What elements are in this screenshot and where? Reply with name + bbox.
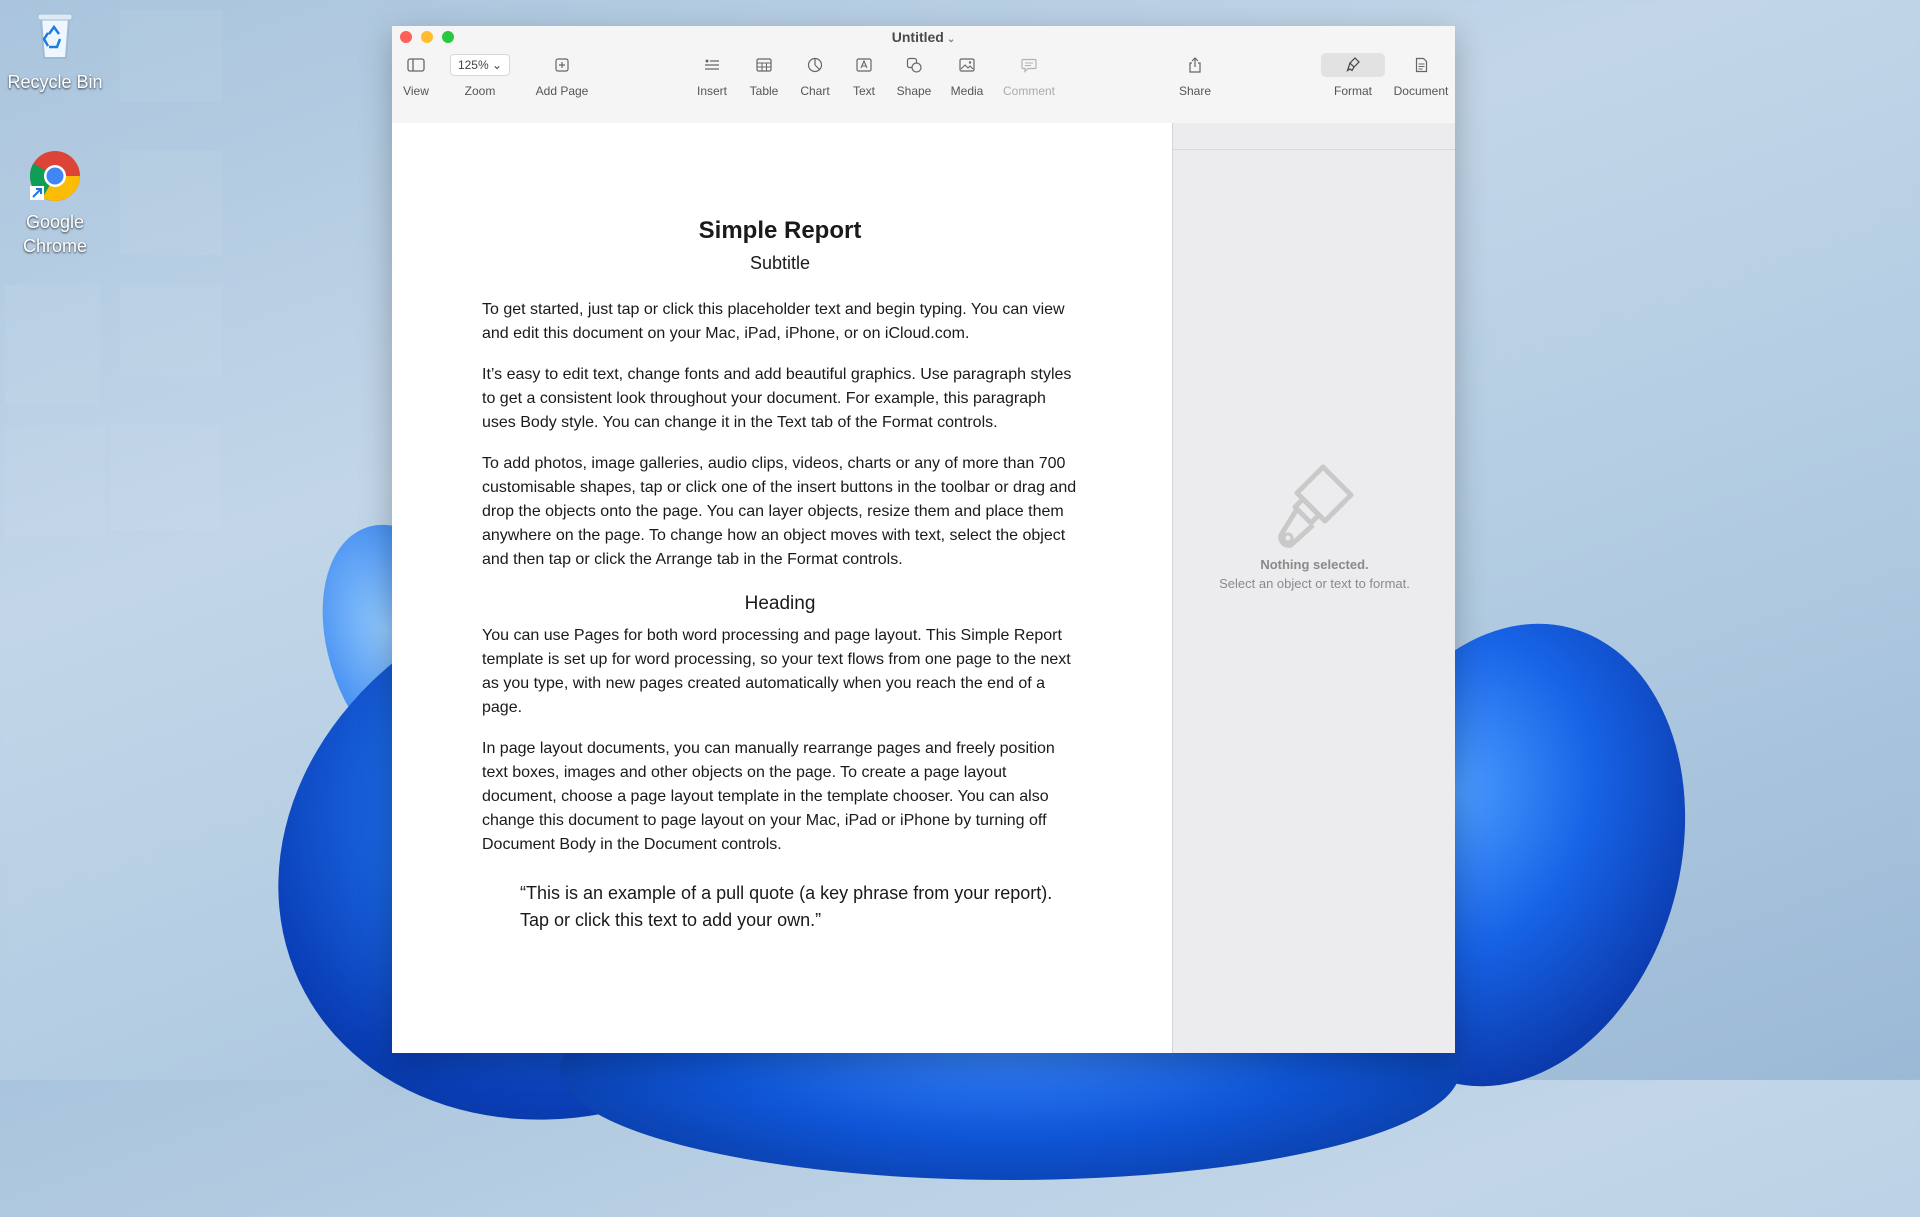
chart-label: Chart	[800, 84, 830, 98]
comment-button[interactable]: Comment	[999, 52, 1059, 98]
desktop-icon-label: Recycle Bin	[7, 72, 103, 92]
format-sidebar: Nothing selected. Select an object or te…	[1172, 123, 1455, 1053]
add-page-button[interactable]: Add Page	[522, 52, 602, 98]
chevron-down-icon: ⌄	[946, 34, 956, 45]
add-page-icon	[522, 52, 602, 78]
chart-icon	[793, 52, 837, 78]
sidebar-divider	[1173, 123, 1455, 150]
view-label: View	[403, 84, 429, 98]
window-title-text: Untitled	[891, 29, 944, 45]
insert-button[interactable]: Insert	[690, 52, 734, 98]
pages-window: Untitled ⌄ View 125% ⌄ Zoom Add Page Inse…	[392, 26, 1455, 1053]
document-title[interactable]: Simple Report	[482, 217, 1078, 245]
desktop-tile	[120, 10, 222, 102]
shape-button[interactable]: Shape	[892, 52, 936, 98]
view-button[interactable]: View	[400, 52, 432, 98]
share-button[interactable]: Share	[1173, 52, 1217, 98]
document-label: Document	[1393, 84, 1449, 98]
comment-label: Comment	[1002, 84, 1055, 98]
zoom-select[interactable]: 125% ⌄	[449, 54, 511, 76]
empty-selection-hint: Select an object or text to format.	[1219, 576, 1410, 591]
media-button[interactable]: Media	[945, 52, 989, 98]
table-label: Table	[749, 84, 779, 98]
zoom-control[interactable]: 125% ⌄ Zoom	[448, 52, 512, 98]
empty-selection-title: Nothing selected.	[1260, 557, 1369, 572]
format-button[interactable]: Format	[1318, 52, 1388, 98]
section-heading[interactable]: Heading	[482, 593, 1078, 615]
zoom-label: Zoom	[464, 84, 496, 98]
document-page[interactable]: Simple Report Subtitle To get started, j…	[482, 123, 1078, 934]
desktop-tile	[110, 425, 220, 530]
document-canvas[interactable]: Simple Report Subtitle To get started, j…	[392, 123, 1172, 1053]
sidebar-icon	[400, 52, 432, 78]
body-paragraph[interactable]: It’s easy to edit text, change fonts and…	[482, 363, 1078, 435]
desktop-tile	[120, 150, 222, 255]
paintbrush-icon	[1321, 53, 1385, 77]
body-paragraph[interactable]: You can use Pages for both word processi…	[482, 624, 1078, 720]
text-button[interactable]: Text	[844, 52, 884, 98]
window-title[interactable]: Untitled ⌄	[392, 29, 1455, 45]
toolbar: Untitled ⌄ View 125% ⌄ Zoom Add Page Inse…	[392, 26, 1455, 124]
table-icon	[742, 52, 786, 78]
paintbrush-icon	[1173, 461, 1455, 558]
add-page-label: Add Page	[535, 84, 589, 98]
chevron-down-icon: ⌄	[491, 58, 503, 72]
empty-selection-message: Nothing selected. Select an object or te…	[1173, 557, 1455, 591]
document-subtitle[interactable]: Subtitle	[482, 253, 1078, 274]
recycle-bin-icon	[27, 8, 83, 64]
document-icon	[1388, 52, 1454, 78]
document-button[interactable]: Document	[1388, 52, 1454, 98]
desktop-tile	[120, 285, 222, 377]
desktop-icon-recycle-bin[interactable]: Recycle Bin	[0, 8, 110, 94]
shape-icon	[892, 52, 936, 78]
share-icon	[1173, 52, 1217, 78]
zoom-value: 125%	[457, 58, 489, 72]
body-paragraph[interactable]: In page layout documents, you can manual…	[482, 737, 1078, 857]
photo-icon	[945, 52, 989, 78]
comment-icon	[999, 52, 1059, 78]
pull-quote[interactable]: “This is an example of a pull quote (a k…	[520, 880, 1058, 934]
desktop-tile	[5, 425, 105, 537]
desktop-icon-label: Google Chrome	[22, 212, 88, 256]
body-paragraph[interactable]: To get started, just tap or click this p…	[482, 298, 1078, 346]
insert-icon	[690, 52, 734, 78]
chrome-icon	[27, 148, 83, 204]
table-button[interactable]: Table	[742, 52, 786, 98]
desktop-tile	[5, 285, 100, 405]
chart-button[interactable]: Chart	[793, 52, 837, 98]
text-label: Text	[852, 84, 875, 98]
format-label: Format	[1333, 84, 1372, 98]
desktop-icon-google-chrome[interactable]: Google Chrome	[0, 148, 110, 258]
media-label: Media	[950, 84, 984, 98]
body-paragraph[interactable]: To add photos, image galleries, audio cl…	[482, 452, 1078, 572]
share-label: Share	[1178, 84, 1212, 98]
insert-label: Insert	[696, 84, 727, 98]
shape-label: Shape	[896, 84, 932, 98]
text-box-icon	[844, 52, 884, 78]
